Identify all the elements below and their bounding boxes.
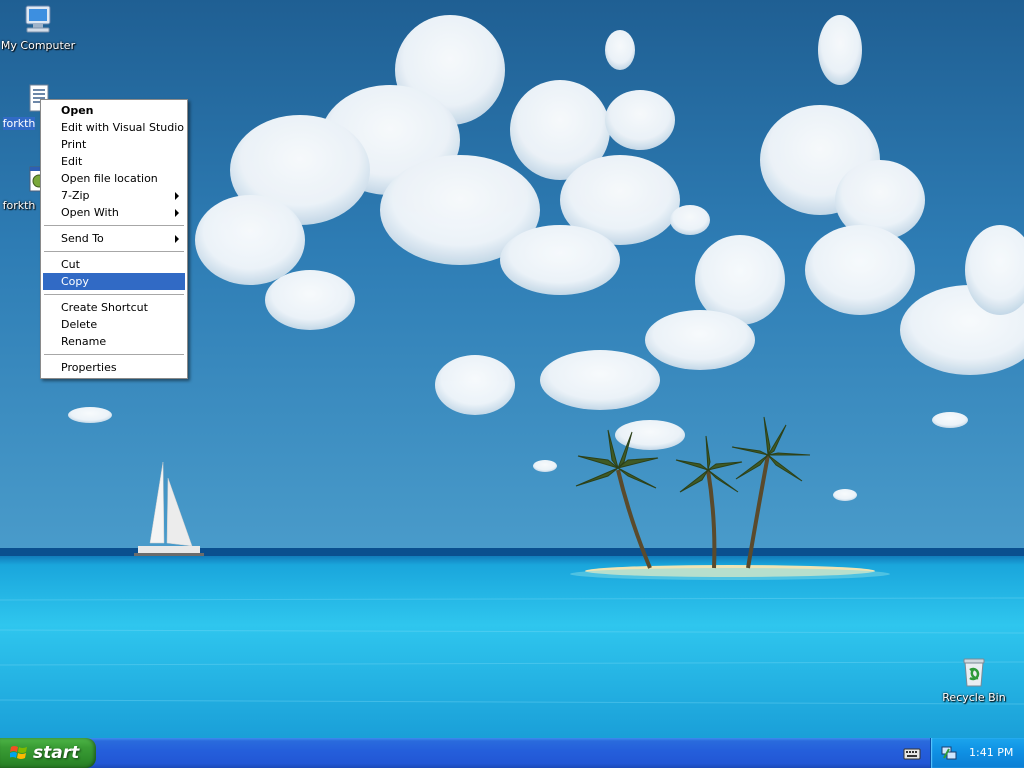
menu-item-properties[interactable]: Properties	[43, 359, 185, 376]
desktop-icon-recycle-bin[interactable]: Recycle Bin	[936, 656, 1012, 704]
menu-item-send-to[interactable]: Send To	[43, 230, 185, 247]
menu-item-label: Open file location	[61, 172, 158, 185]
desktop-icon-label: forkth	[2, 199, 36, 212]
context-menu: Open Edit with Visual Studio Print Edit …	[40, 99, 188, 379]
submenu-arrow-icon	[175, 192, 179, 200]
menu-separator	[44, 225, 184, 226]
menu-item-label: Send To	[61, 232, 104, 245]
menu-separator	[44, 294, 184, 295]
menu-separator	[44, 354, 184, 355]
menu-item-label: Edit with Visual Studio	[61, 121, 185, 134]
menu-item-rename[interactable]: Rename	[43, 333, 185, 350]
submenu-arrow-icon	[175, 235, 179, 243]
menu-item-label: Rename	[61, 335, 107, 348]
taskbar: start 1:41 PM	[0, 738, 1024, 768]
menu-item-label: Print	[61, 138, 87, 151]
menu-item-label: Properties	[61, 361, 117, 374]
menu-item-edit-with-visual-studio[interactable]: Edit with Visual Studio	[43, 119, 185, 136]
desktop-icon-label: forkth	[2, 117, 36, 130]
desktop[interactable]: My Computer forkth forkth Recycle Bin Op…	[0, 0, 1024, 738]
submenu-arrow-icon	[175, 209, 179, 217]
desktop-icon-label: My Computer	[0, 39, 76, 52]
desktop-icon-my-computer[interactable]: My Computer	[0, 2, 76, 52]
menu-item-open-file-location[interactable]: Open file location	[43, 170, 185, 187]
my-computer-icon	[25, 5, 51, 33]
menu-item-delete[interactable]: Delete	[43, 316, 185, 333]
menu-item-label: Open With	[61, 206, 119, 219]
menu-item-label: Create Shortcut	[61, 301, 148, 314]
menu-item-open[interactable]: Open	[43, 102, 185, 119]
start-button[interactable]: start	[0, 738, 96, 768]
start-label: start	[33, 743, 80, 763]
keyboard-icon[interactable]	[903, 746, 921, 760]
menu-item-label: Copy	[61, 275, 89, 288]
menu-item-edit[interactable]: Edit	[43, 153, 185, 170]
clock[interactable]: 1:41 PM	[969, 738, 1013, 768]
network-icon[interactable]	[941, 745, 957, 761]
system-tray: 1:41 PM	[930, 738, 1024, 768]
menu-item-label: Edit	[61, 155, 83, 168]
menu-item-label: Cut	[61, 258, 80, 271]
menu-item-7-zip[interactable]: 7-Zip	[43, 187, 185, 204]
menu-separator	[44, 251, 184, 252]
menu-item-cut[interactable]: Cut	[43, 256, 185, 273]
menu-item-label: 7-Zip	[61, 189, 90, 202]
menu-item-label: Open	[61, 104, 94, 117]
menu-item-create-shortcut[interactable]: Create Shortcut	[43, 299, 185, 316]
menu-item-label: Delete	[61, 318, 98, 331]
menu-item-open-with[interactable]: Open With	[43, 204, 185, 221]
menu-item-copy[interactable]: Copy	[43, 273, 185, 290]
desktop-icon-label: Recycle Bin	[942, 691, 1006, 704]
recycle-bin-icon	[963, 658, 985, 687]
menu-item-print[interactable]: Print	[43, 136, 185, 153]
windows-logo-icon	[10, 746, 27, 759]
